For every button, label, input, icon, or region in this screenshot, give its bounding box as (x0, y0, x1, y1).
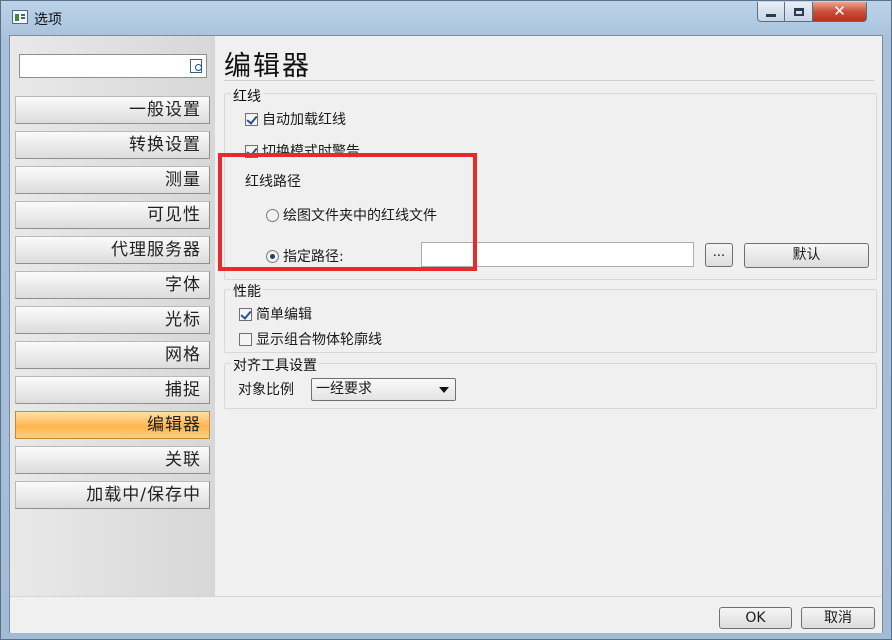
minimize-button[interactable] (757, 2, 785, 22)
simple-edit-label: 简单编辑 (256, 307, 312, 323)
title-divider (224, 80, 874, 81)
browse-button[interactable]: ... (705, 243, 733, 267)
simple-edit-checkbox[interactable] (239, 307, 252, 321)
sidebar-item-editor[interactable]: 编辑器 (15, 411, 210, 439)
search-input[interactable] (24, 56, 188, 78)
align-tool-group-label: 对齐工具设置 (231, 355, 319, 375)
sidebar-item-grid[interactable]: 网格 (15, 341, 210, 369)
auto-load-redline-label: 自动加载红线 (262, 112, 346, 128)
sidebar-item-proxy[interactable]: 代理服务器 (15, 236, 210, 264)
page-title: 编辑器 (224, 51, 311, 82)
sidebar-item-measure[interactable]: 测量 (15, 166, 210, 194)
auto-load-redline-checkbox[interactable] (245, 112, 258, 126)
show-outline-label: 显示组合物体轮廓线 (256, 332, 382, 348)
search-icon[interactable] (190, 59, 202, 73)
sidebar-item-visibility[interactable]: 可见性 (15, 201, 210, 229)
ok-button[interactable]: OK (719, 607, 792, 629)
search-box[interactable] (19, 54, 207, 78)
app-icon (12, 10, 28, 24)
close-icon: ✕ (833, 2, 846, 20)
maximize-button[interactable] (785, 2, 813, 22)
simple-edit-option[interactable]: 简单编辑 (239, 304, 312, 324)
chevron-down-icon (439, 387, 449, 393)
object-scale-label: 对象比例 (238, 382, 294, 398)
sidebar-item-conversion[interactable]: 转换设置 (15, 131, 210, 159)
dialog-button-bar: OK 取消 (10, 596, 882, 633)
window-title: 选项 (34, 12, 62, 28)
sidebar-item-general[interactable]: 一般设置 (15, 96, 210, 124)
minimize-icon (766, 14, 776, 17)
sidebar-item-cursor[interactable]: 光标 (15, 306, 210, 334)
sidebar-item-font[interactable]: 字体 (15, 271, 210, 299)
sidebar-item-snap[interactable]: 捕捉 (15, 376, 210, 404)
close-button[interactable]: ✕ (813, 2, 867, 22)
auto-load-redline-option[interactable]: 自动加载红线 (245, 109, 346, 129)
sidebar-item-loading-saving[interactable]: 加载中/保存中 (15, 481, 210, 509)
category-sidebar: 一般设置 转换设置 测量 可见性 代理服务器 字体 光标 网格 捕捉 编辑器 关… (10, 36, 215, 596)
object-scale-value: 一经要求 (316, 381, 372, 397)
maximize-icon (793, 7, 804, 16)
default-button[interactable]: 默认 (744, 243, 869, 268)
title-bar[interactable]: 选项 ✕ (1, 1, 891, 35)
object-scale-select[interactable]: 一经要求 (311, 378, 456, 401)
dialog-client: 一般设置 转换设置 测量 可见性 代理服务器 字体 光标 网格 捕捉 编辑器 关… (9, 35, 883, 633)
options-dialog: 选项 ✕ 一般设置 转换设置 测量 可见性 代理服务器 字体 光标 网格 捕捉 … (0, 0, 892, 640)
cancel-button[interactable]: 取消 (801, 607, 875, 629)
show-outline-checkbox[interactable] (239, 332, 252, 346)
redline-path-highlight (218, 153, 477, 271)
performance-group-label: 性能 (231, 281, 263, 301)
editor-settings-panel: 编辑器 红线 自动加载红线 切换模式时警告 红线路径 绘图文件夹中的红线文件 指… (215, 36, 882, 596)
show-outline-option[interactable]: 显示组合物体轮廓线 (239, 329, 382, 349)
sidebar-item-association[interactable]: 关联 (15, 446, 210, 474)
redline-group-label: 红线 (231, 86, 263, 106)
